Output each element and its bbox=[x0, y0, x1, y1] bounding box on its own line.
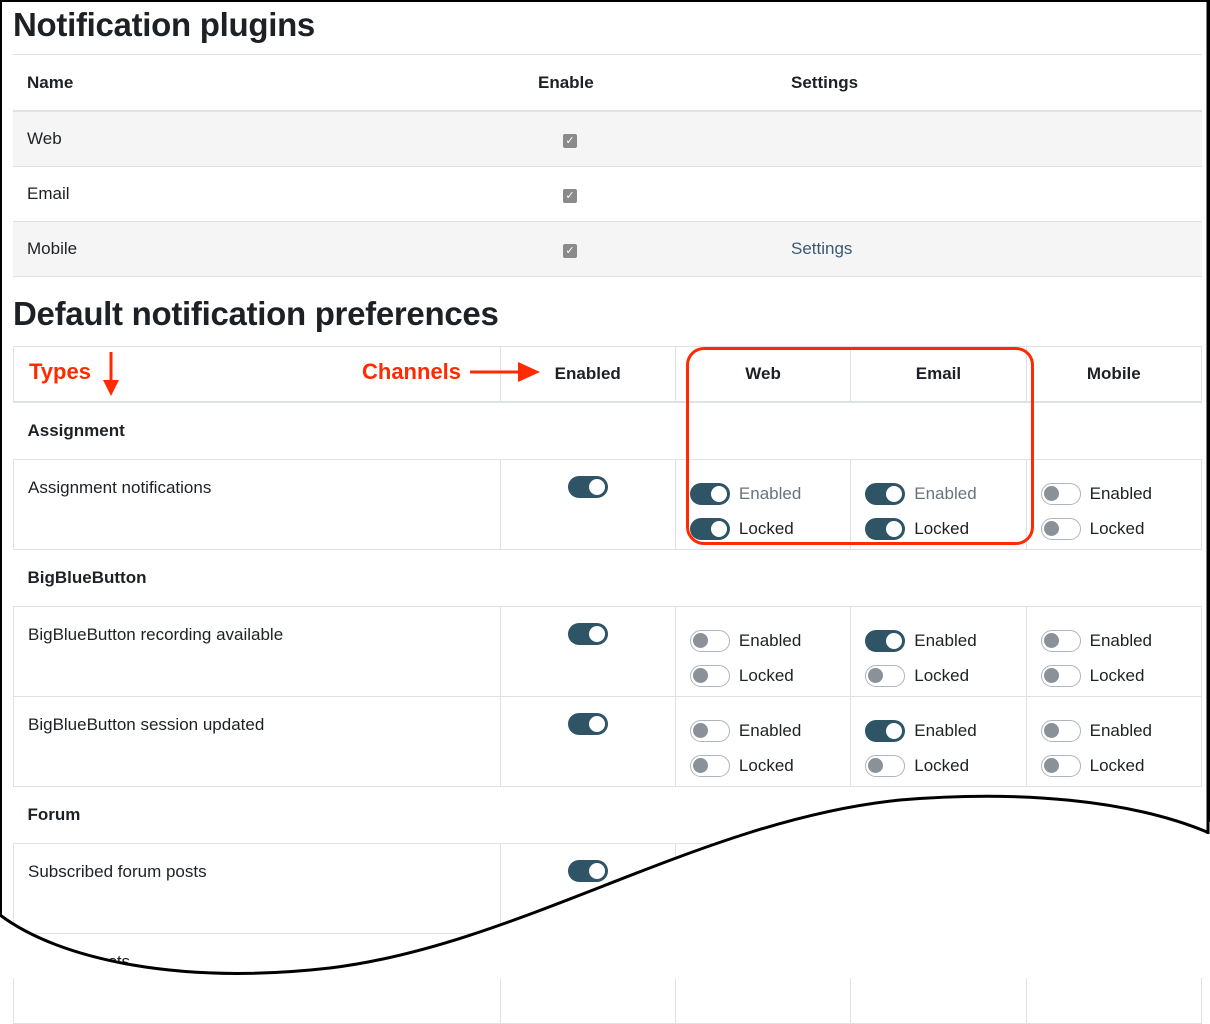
torn-page-edge bbox=[0, 0, 1210, 978]
